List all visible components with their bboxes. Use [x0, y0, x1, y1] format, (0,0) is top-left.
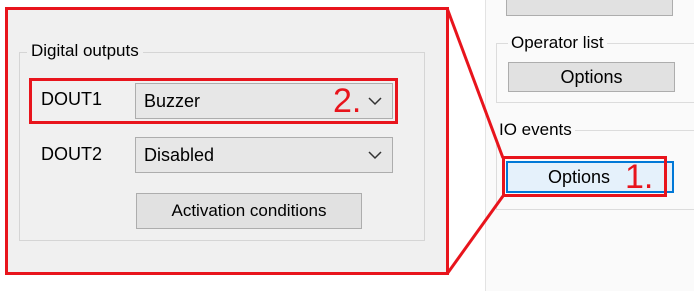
activation-conditions-button[interactable]: Activation conditions	[136, 193, 362, 229]
dout2-label: DOUT2	[41, 144, 103, 164]
step-1-label: 1.	[625, 158, 654, 196]
step-2-label: 2.	[333, 82, 362, 120]
operator-list-title: Operator list	[508, 33, 607, 53]
io-events-title: IO events	[496, 120, 575, 140]
operator-list-options-button[interactable]: Options	[508, 62, 675, 92]
digital-outputs-title: Digital outputs	[27, 41, 143, 61]
settings-panel: Operator list Options IO events Options	[485, 0, 694, 291]
dout2-select[interactable]: Disabled	[135, 137, 393, 173]
dout2-select-value: Disabled	[144, 144, 215, 165]
top-partial-button[interactable]	[506, 0, 673, 16]
chevron-down-icon	[368, 151, 382, 160]
